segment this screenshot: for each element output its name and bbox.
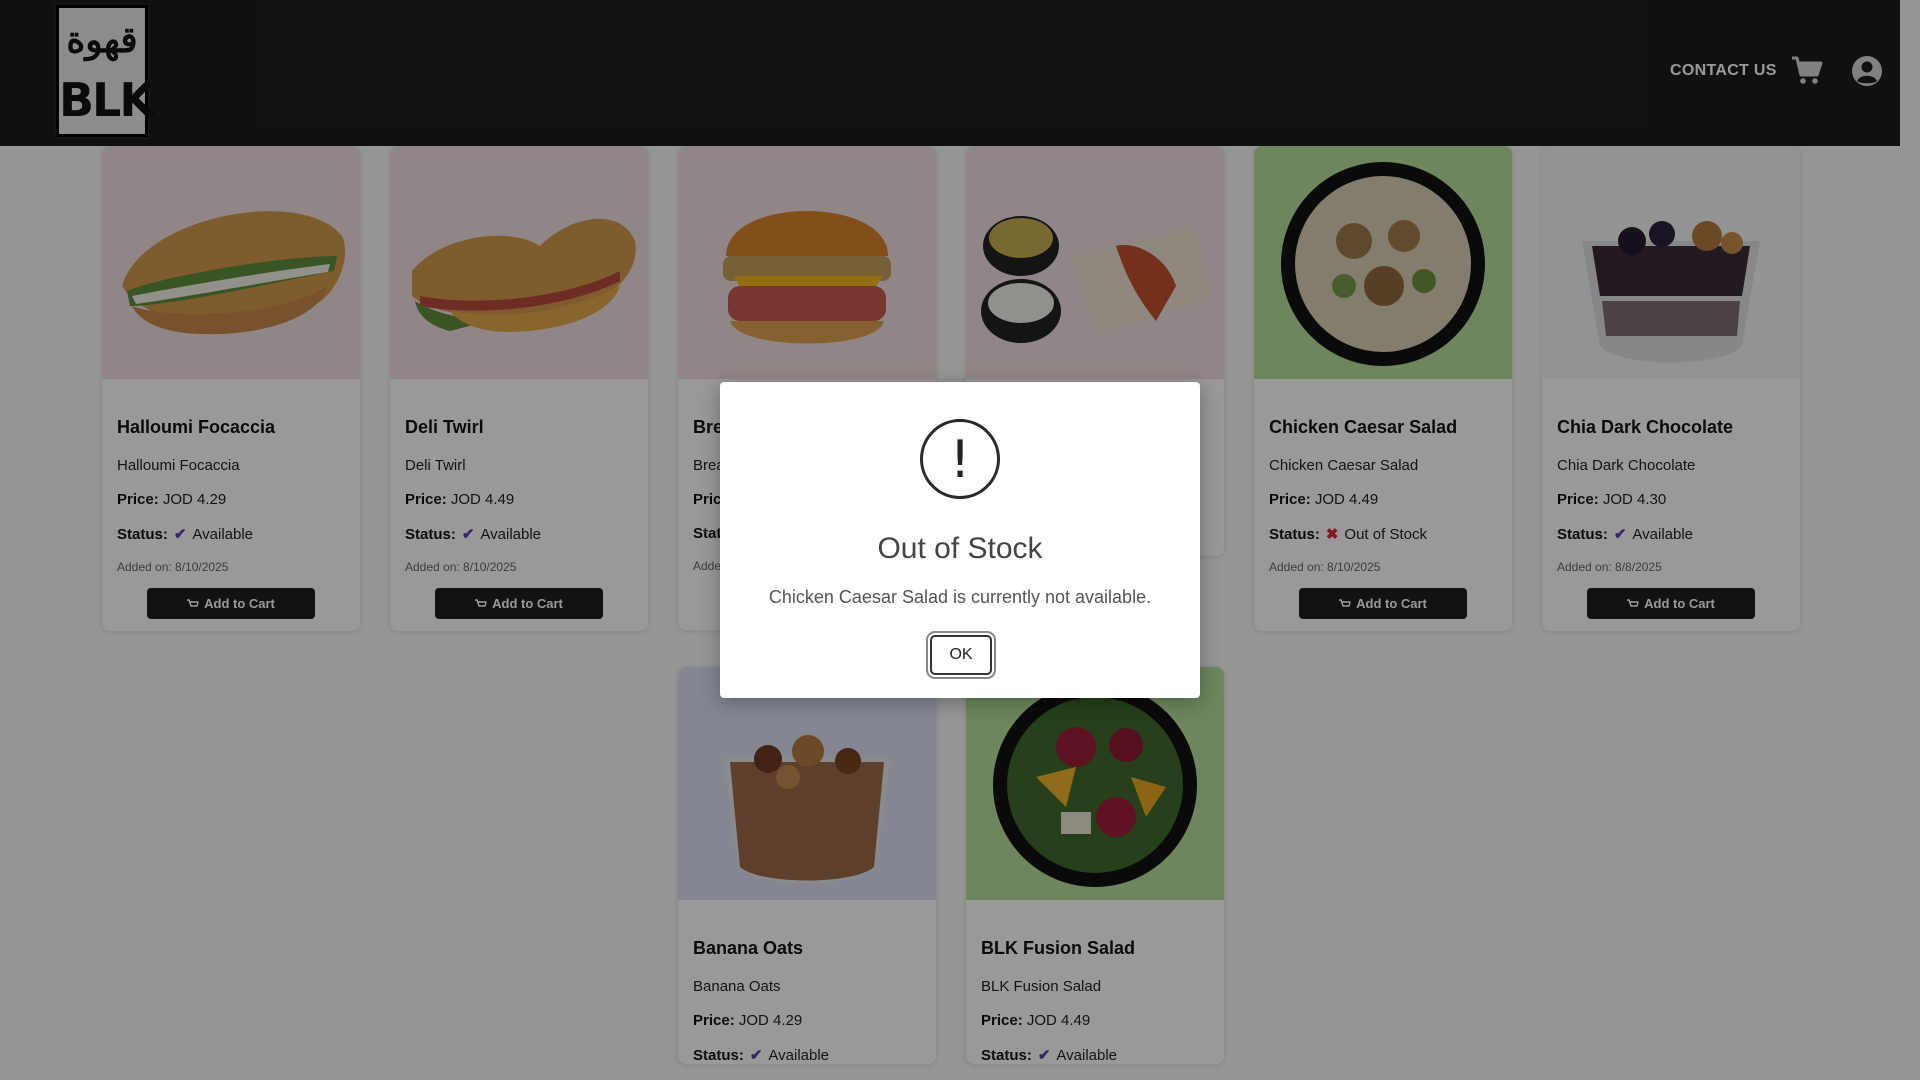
ok-button[interactable]: OK — [930, 635, 992, 675]
exclamation-icon: ! — [920, 419, 1000, 499]
dialog-message: Chicken Caesar Salad is currently not av… — [768, 587, 1152, 607]
out-of-stock-dialog: ! Out of Stock Chicken Caesar Salad is c… — [720, 382, 1200, 698]
dialog-title: Out of Stock — [877, 532, 1043, 565]
